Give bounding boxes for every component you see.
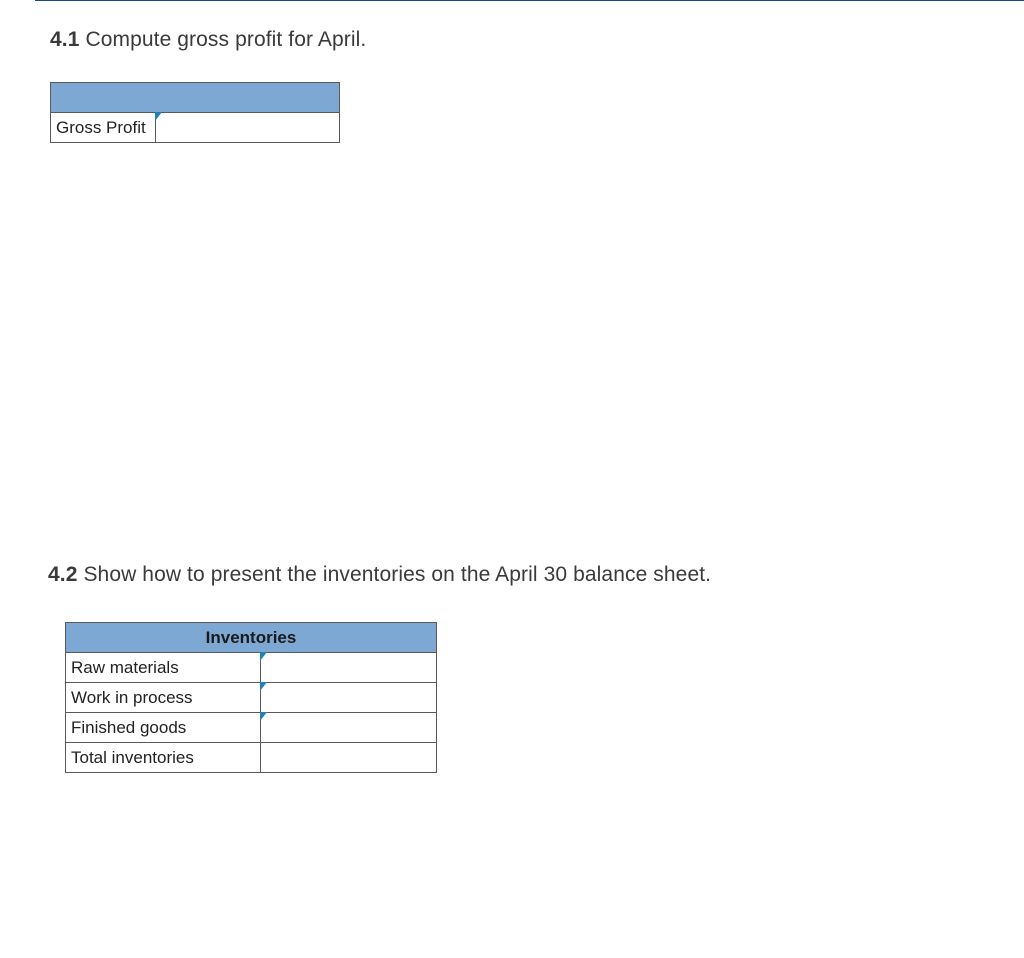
page-content: 4.1 Compute gross profit for April. Gros… bbox=[0, 0, 1024, 773]
gross-profit-label: Gross Profit bbox=[51, 113, 156, 143]
gross-profit-input[interactable] bbox=[155, 113, 339, 143]
work-in-process-label: Work in process bbox=[66, 683, 261, 713]
raw-materials-input[interactable] bbox=[260, 653, 436, 683]
input-flag-icon bbox=[260, 652, 267, 662]
work-in-process-row: Work in process bbox=[66, 683, 437, 713]
work-in-process-input[interactable] bbox=[260, 683, 436, 713]
gross-profit-row: Gross Profit bbox=[51, 113, 340, 143]
table-header-row bbox=[51, 83, 340, 113]
inventories-header: Inventories bbox=[66, 623, 437, 653]
section-4-1: 4.1 Compute gross profit for April. Gros… bbox=[50, 28, 974, 143]
question-4-1-text: 4.1 Compute gross profit for April. bbox=[50, 28, 974, 52]
finished-goods-row: Finished goods bbox=[66, 713, 437, 743]
raw-materials-label: Raw materials bbox=[66, 653, 261, 683]
question-prompt: Compute gross profit for April. bbox=[85, 28, 366, 51]
input-flag-icon bbox=[260, 682, 267, 692]
finished-goods-label: Finished goods bbox=[66, 713, 261, 743]
question-4-2-text: 4.2 Show how to present the inventories … bbox=[48, 563, 974, 587]
total-inventories-row: Total inventories bbox=[66, 743, 437, 773]
section-4-2: 4.2 Show how to present the inventories … bbox=[50, 563, 974, 773]
total-inventories-input[interactable] bbox=[260, 743, 436, 773]
question-number: 4.2 bbox=[48, 563, 78, 586]
gross-profit-table: Gross Profit bbox=[50, 82, 340, 143]
raw-materials-row: Raw materials bbox=[66, 653, 437, 683]
total-inventories-label: Total inventories bbox=[66, 743, 261, 773]
question-prompt: Show how to present the inventories on t… bbox=[83, 563, 711, 586]
input-flag-icon bbox=[155, 112, 162, 122]
question-number: 4.1 bbox=[50, 28, 80, 51]
page-divider bbox=[35, 0, 1024, 1]
finished-goods-input[interactable] bbox=[260, 713, 436, 743]
table-header-row: Inventories bbox=[66, 623, 437, 653]
inventories-table: Inventories Raw materials Work in proces… bbox=[65, 622, 437, 773]
input-flag-icon bbox=[260, 712, 267, 722]
table-header-blank bbox=[51, 83, 340, 113]
